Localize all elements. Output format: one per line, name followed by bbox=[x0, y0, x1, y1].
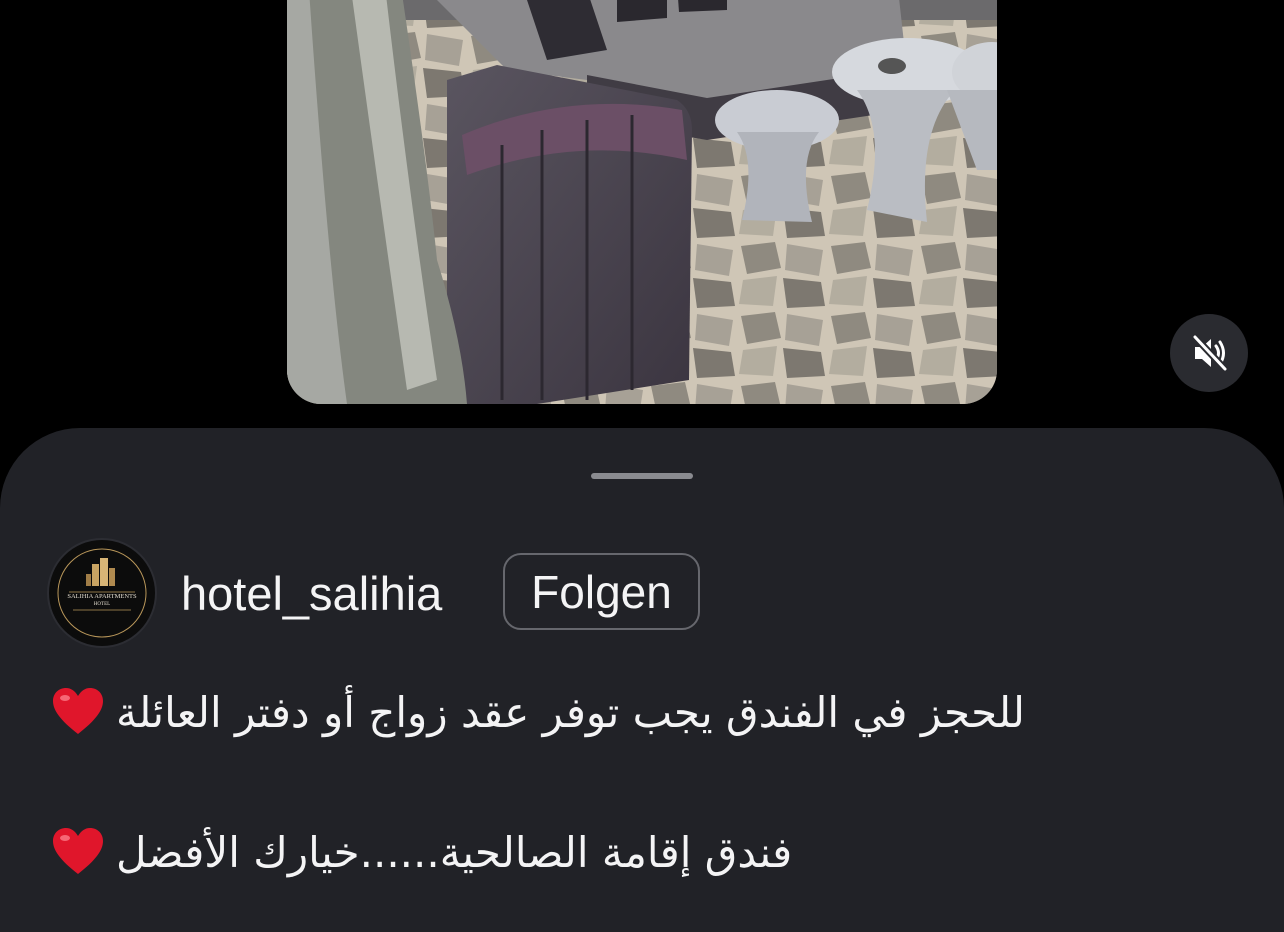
username-link[interactable]: hotel_salihia bbox=[181, 568, 442, 620]
caption-line: فندق إقامة الصالحية......خيارك الأفضل bbox=[50, 824, 792, 880]
svg-text:HOTEL: HOTEL bbox=[94, 602, 110, 607]
speaker-muted-icon bbox=[1192, 334, 1228, 372]
sheet-grabber-handle[interactable] bbox=[591, 473, 693, 479]
caption-line: للحجز في الفندق يجب توفر عقد زواج أو دفت… bbox=[50, 684, 1025, 740]
heart-icon bbox=[53, 828, 103, 874]
post-info-sheet: SALIHIA APARTMENTS HOTEL hotel_salihia F… bbox=[0, 428, 1284, 932]
follow-button[interactable]: Folgen bbox=[503, 553, 700, 630]
post-media[interactable] bbox=[287, 0, 997, 404]
profile-avatar[interactable]: SALIHIA APARTMENTS HOTEL bbox=[49, 540, 155, 646]
reel-viewer: SALIHIA APARTMENTS HOTEL hotel_salihia F… bbox=[0, 0, 1284, 932]
heart-icon bbox=[53, 688, 103, 734]
mute-toggle-button[interactable] bbox=[1170, 314, 1248, 392]
living-room-photo bbox=[287, 0, 997, 404]
caption-text: فندق إقامة الصالحية......خيارك الأفضل bbox=[116, 827, 793, 877]
svg-text:SALIHIA APARTMENTS: SALIHIA APARTMENTS bbox=[67, 593, 137, 600]
hotel-logo: SALIHIA APARTMENTS HOTEL bbox=[52, 543, 152, 643]
caption-text: للحجز في الفندق يجب توفر عقد زواج أو دفت… bbox=[116, 687, 1025, 737]
